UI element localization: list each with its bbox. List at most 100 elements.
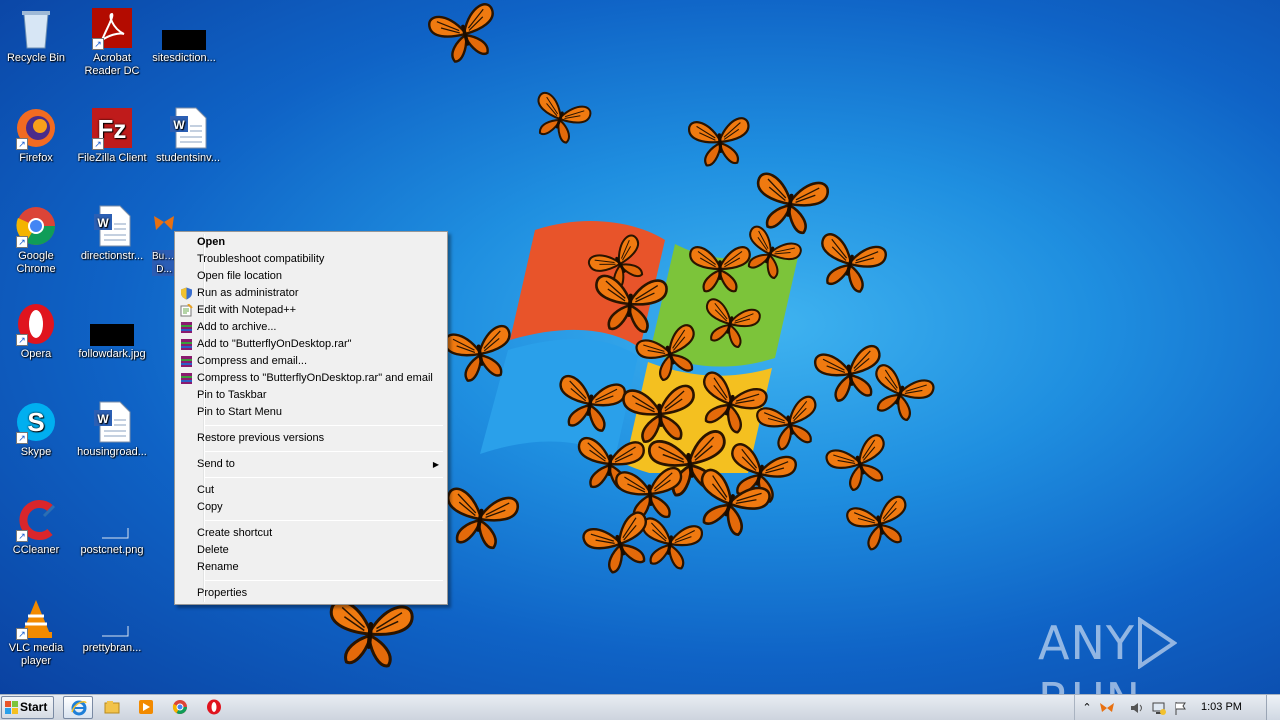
menu-item-pin-to-start-menu[interactable]: Pin to Start Menu — [177, 404, 445, 421]
action-center-flag-icon[interactable] — [1173, 700, 1189, 716]
desktop-icon-label: postcnet.png — [80, 544, 144, 556]
butterfly-graphic — [329, 600, 414, 668]
menu-item-label: Restore previous versions — [197, 432, 325, 444]
menu-item-add-to-rar[interactable]: Add to "ButterflyOnDesktop.rar" — [177, 336, 445, 353]
media-player-icon — [139, 700, 153, 714]
desktop-icon-acrobat[interactable]: ↗ Acrobat Reader DC — [76, 6, 148, 78]
taskbar-internet-explorer[interactable] — [63, 696, 93, 719]
desktop-icon-vlc[interactable]: ↗ VLC media player — [0, 596, 72, 668]
desktop-icon-label: Firefox — [19, 152, 53, 164]
butterfly-app-icon — [154, 216, 174, 230]
shortcut-arrow-icon: ↗ — [92, 138, 104, 150]
menu-item-edit-with-notepad-plus[interactable]: Edit with Notepad++ — [177, 302, 445, 319]
butterfly-graphic — [687, 117, 750, 167]
taskbar-media-player[interactable] — [131, 696, 161, 719]
menu-item-label: Cut — [197, 484, 215, 496]
menu-item-open-file-location[interactable]: Open file location — [177, 268, 445, 285]
menu-item-copy[interactable]: Copy — [177, 499, 445, 516]
windows-flag-icon — [5, 701, 18, 714]
desktop-icon-skype[interactable]: S ↗ Skype — [0, 400, 72, 459]
desktop-icon-postcnet[interactable]: postcnet.png — [76, 498, 148, 557]
start-label: Start — [20, 700, 48, 714]
svg-text:W: W — [173, 118, 185, 132]
word-document-icon: W — [94, 401, 131, 443]
menu-item-label: Add to archive... — [197, 321, 277, 333]
watermark-text-any: ANY — [1038, 615, 1135, 670]
menu-item-properties[interactable]: Properties — [177, 585, 445, 602]
menu-item-delete[interactable]: Delete — [177, 542, 445, 559]
desktop-icon-label: Google Chrome — [16, 250, 56, 275]
shortcut-arrow-icon: ↗ — [16, 432, 28, 444]
menu-item-run-as-administrator[interactable]: Run as administrator — [177, 285, 445, 302]
menu-item-pin-to-taskbar[interactable]: Pin to Taskbar — [177, 387, 445, 404]
desktop-icon-directionstr[interactable]: W directionstr... — [76, 204, 148, 263]
network-icon[interactable] — [1151, 700, 1167, 716]
recycle-bin-icon — [22, 11, 50, 49]
system-tray: ⌃ 1:03 PM — [1074, 695, 1280, 720]
desktop-icon-label: prettybran... — [82, 642, 142, 654]
menu-item-cut[interactable]: Cut — [177, 482, 445, 499]
image-file-icon — [102, 626, 129, 637]
desktop-icon-followdark[interactable]: followdark.jpg — [76, 302, 148, 361]
desktop-icon-sitesdiction[interactable]: sitesdiction... — [148, 6, 220, 65]
word-document-icon: W — [94, 205, 131, 247]
desktop-icon-studentsinv[interactable]: W studentsinv... — [152, 106, 224, 165]
desktop-icon-label: VLC media player — [8, 642, 64, 667]
desktop-icon-recycle-bin[interactable]: Recycle Bin — [0, 6, 72, 65]
menu-item-label: Compress to "ButterflyOnDesktop.rar" and… — [197, 372, 433, 384]
butterfly-graphic — [846, 495, 907, 551]
desktop-icon-firefox[interactable]: ↗ Firefox — [0, 106, 72, 165]
menu-item-label: Create shortcut — [197, 527, 273, 539]
menu-item-label: Add to "ButterflyOnDesktop.rar" — [197, 338, 352, 350]
opera-icon — [207, 699, 221, 715]
desktop-icon-label: sitesdiction... — [152, 52, 216, 64]
menu-item-compress-to-rar-and-email[interactable]: Compress to "ButterflyOnDesktop.rar" and… — [177, 370, 445, 387]
start-button[interactable]: Start — [1, 696, 54, 719]
desktop-icon-label: Opera — [20, 348, 52, 360]
butterfly-graphic — [443, 325, 511, 382]
volume-icon[interactable] — [1129, 700, 1145, 716]
butterfly-tray-icon[interactable] — [1099, 700, 1115, 716]
svg-text:W: W — [97, 216, 109, 230]
desktop-icon-opera[interactable]: ↗ Opera — [0, 302, 72, 361]
menu-item-open[interactable]: Open — [177, 234, 445, 251]
menu-item-label: Send to — [197, 458, 235, 470]
menu-separator — [205, 477, 443, 478]
anyrun-watermark: ANY RUN — [1038, 612, 1238, 694]
shortcut-arrow-icon: ↗ — [92, 38, 104, 50]
menu-item-label: Delete — [197, 544, 229, 556]
desktop-icon-housingroad[interactable]: W housingroad... — [76, 400, 148, 459]
menu-item-label: Copy — [197, 501, 223, 513]
taskbar-opera[interactable] — [199, 696, 229, 719]
butterfly-graphic — [537, 91, 592, 144]
desktop-icon-prettybran[interactable]: prettybran... — [76, 596, 148, 655]
butterfly-graphic — [446, 487, 520, 550]
menu-item-label: Pin to Taskbar — [197, 389, 267, 401]
menu-item-rename[interactable]: Rename — [177, 559, 445, 576]
menu-item-add-to-archive[interactable]: Add to archive... — [177, 319, 445, 336]
winrar-icon — [181, 373, 192, 384]
word-document-icon: W — [170, 107, 207, 149]
clock[interactable]: 1:03 PM — [1201, 701, 1242, 713]
menu-item-send-to[interactable]: Send to ▶ — [177, 456, 445, 473]
taskbar-chrome[interactable] — [165, 696, 195, 719]
show-desktop-button[interactable] — [1266, 695, 1280, 720]
menu-item-label: Properties — [197, 587, 248, 599]
show-hidden-icons-icon[interactable]: ⌃ — [1079, 700, 1095, 716]
menu-separator — [205, 425, 443, 426]
menu-item-restore-previous-versions[interactable]: Restore previous versions — [177, 430, 445, 447]
menu-item-compress-and-email[interactable]: Compress and email... — [177, 353, 445, 370]
taskbar-windows-explorer[interactable] — [97, 696, 127, 719]
desktop-icon-label: Butt... D... — [152, 250, 176, 276]
menu-item-troubleshoot-compatibility[interactable]: Troubleshoot compatibility — [177, 251, 445, 268]
desktop-icon-ccleaner[interactable]: ↗ CCleaner — [0, 498, 72, 557]
notepad-plus-icon — [180, 304, 193, 317]
shortcut-arrow-icon: ↗ — [16, 236, 28, 248]
desktop[interactable]: Recycle Bin ↗ Acrobat Reader DC sitesdic… — [0, 0, 1280, 694]
shortcut-arrow-icon: ↗ — [16, 138, 28, 150]
menu-item-create-shortcut[interactable]: Create shortcut — [177, 525, 445, 542]
desktop-icon-chrome[interactable]: ↗ Google Chrome — [0, 204, 72, 276]
desktop-icon-filezilla[interactable]: Fz ↗ FileZilla Client — [76, 106, 148, 165]
image-file-icon — [90, 324, 134, 346]
desktop-icon-butterflyondesktop[interactable]: Butt... D... — [152, 212, 176, 276]
